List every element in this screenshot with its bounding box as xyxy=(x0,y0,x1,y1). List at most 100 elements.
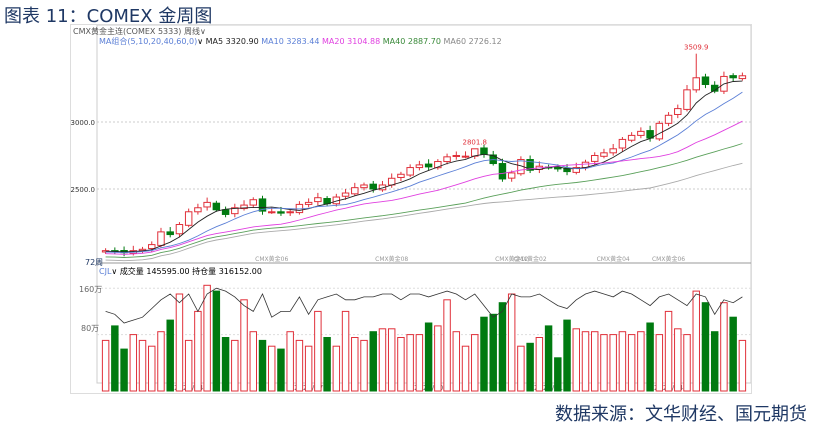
candle-down xyxy=(498,163,507,180)
volume-bar xyxy=(627,334,636,392)
candle-up xyxy=(600,152,608,157)
volume-bar xyxy=(434,325,442,392)
volume-bar xyxy=(544,325,553,392)
contract-label: CMX黄金04 xyxy=(597,255,630,263)
volume-bar xyxy=(443,299,451,392)
candle-up xyxy=(341,192,350,197)
ma-legend: MA组合(5,10,20,40,60,0)∨ MA5 3320.90 MA10 … xyxy=(99,37,502,46)
volume-bar xyxy=(175,293,184,392)
candle-up xyxy=(351,187,359,195)
ma-group-select[interactable]: MA组合(5,10,20,40,60,0) xyxy=(99,37,197,46)
volume-bar xyxy=(590,331,599,392)
volume-bar xyxy=(452,331,461,392)
volume-bar xyxy=(267,345,276,392)
candle-up xyxy=(314,197,322,203)
candle-up xyxy=(443,156,451,163)
candle-up xyxy=(148,244,156,249)
candle-up xyxy=(360,184,368,189)
volume-bar xyxy=(692,290,700,392)
candle-down xyxy=(166,231,174,236)
volume-bar xyxy=(674,328,682,392)
volume-bar xyxy=(323,337,331,392)
volume-bar xyxy=(332,345,341,392)
volume-bar xyxy=(240,299,248,392)
volume-bar xyxy=(720,302,728,392)
volume-bar xyxy=(729,316,737,392)
volume-bar xyxy=(157,331,165,392)
y-tick-label: 3000.0 xyxy=(71,119,95,127)
candle-up xyxy=(157,231,165,246)
contract-label: CMX黄金06 xyxy=(255,255,288,263)
volume-bar xyxy=(535,337,544,392)
high-annotation: 2801.8 xyxy=(463,139,488,147)
volume-bar xyxy=(655,334,664,392)
volume-bar xyxy=(554,357,562,392)
volume-bar xyxy=(471,334,479,392)
volume-bar xyxy=(101,339,110,392)
volume-bar xyxy=(203,284,211,392)
volume-bar xyxy=(526,342,534,392)
volume-bar xyxy=(120,348,128,392)
ma20-value: MA20 3104.88 xyxy=(322,37,381,46)
candle-up xyxy=(664,114,673,124)
indicator-select[interactable]: CJL xyxy=(99,267,111,276)
volume-bar xyxy=(249,331,258,392)
period-select[interactable]: 周线 xyxy=(184,27,200,36)
volume-bar xyxy=(360,339,368,392)
volume-bar xyxy=(277,348,285,392)
vol-scale-mid: 80万 xyxy=(81,324,100,333)
candle-down xyxy=(369,183,377,190)
volume-bar xyxy=(738,339,747,392)
candle-up xyxy=(655,122,664,140)
chart-panel: CMX黄金主连(COMEX 5333) 周线∨ MA组合(5,10,20,40,… xyxy=(70,24,752,394)
candle-up xyxy=(637,130,645,136)
volume-bar xyxy=(480,316,488,392)
candle-up xyxy=(507,172,516,179)
volume-bar xyxy=(341,310,350,392)
volume-bar xyxy=(609,334,617,392)
candle-up xyxy=(286,211,294,214)
volume-bar xyxy=(572,328,581,392)
ma10-value: MA10 3283.44 xyxy=(261,37,320,46)
volume-bar xyxy=(111,325,119,392)
candle-up xyxy=(194,207,202,213)
candle-down xyxy=(480,147,488,155)
contract-label: CMX黄金06 xyxy=(652,255,685,263)
candle-up xyxy=(184,211,193,226)
volume-bar xyxy=(563,319,571,392)
volume-bar xyxy=(194,310,202,392)
candle-up xyxy=(683,89,691,110)
volume-bar xyxy=(517,345,525,392)
volume-bar xyxy=(710,331,719,392)
volume-bar xyxy=(258,339,267,392)
candle-up xyxy=(461,155,470,158)
volume-bar xyxy=(646,322,654,392)
candle-up xyxy=(618,138,627,149)
candle-up xyxy=(738,75,747,80)
volume-bar xyxy=(581,331,590,392)
volume-bar xyxy=(701,302,710,392)
contract-label: CMX黄金02 xyxy=(514,255,547,263)
candle-up xyxy=(674,108,682,115)
volume-bar xyxy=(295,339,304,392)
candle-down xyxy=(424,163,433,168)
candle-down xyxy=(212,202,221,211)
volume-bar xyxy=(314,310,322,392)
volume-bar xyxy=(683,334,691,392)
candle-up xyxy=(452,155,461,157)
candle-down xyxy=(729,75,737,79)
ma60-value: MA60 2726.12 xyxy=(443,37,502,46)
candle-up xyxy=(406,167,414,176)
volume-bar xyxy=(664,310,673,392)
volume-bar xyxy=(286,331,294,392)
volume-bar xyxy=(212,290,221,392)
candle-down xyxy=(554,167,562,170)
volume-bar xyxy=(129,334,138,392)
volume-bar xyxy=(461,345,470,392)
candle-up xyxy=(627,134,636,141)
period-count: 72周 xyxy=(85,258,104,267)
volume-bar xyxy=(618,331,627,392)
volume-bar xyxy=(415,334,424,392)
vol-scale-top: 160万 xyxy=(79,285,103,294)
candle-up xyxy=(304,201,313,205)
